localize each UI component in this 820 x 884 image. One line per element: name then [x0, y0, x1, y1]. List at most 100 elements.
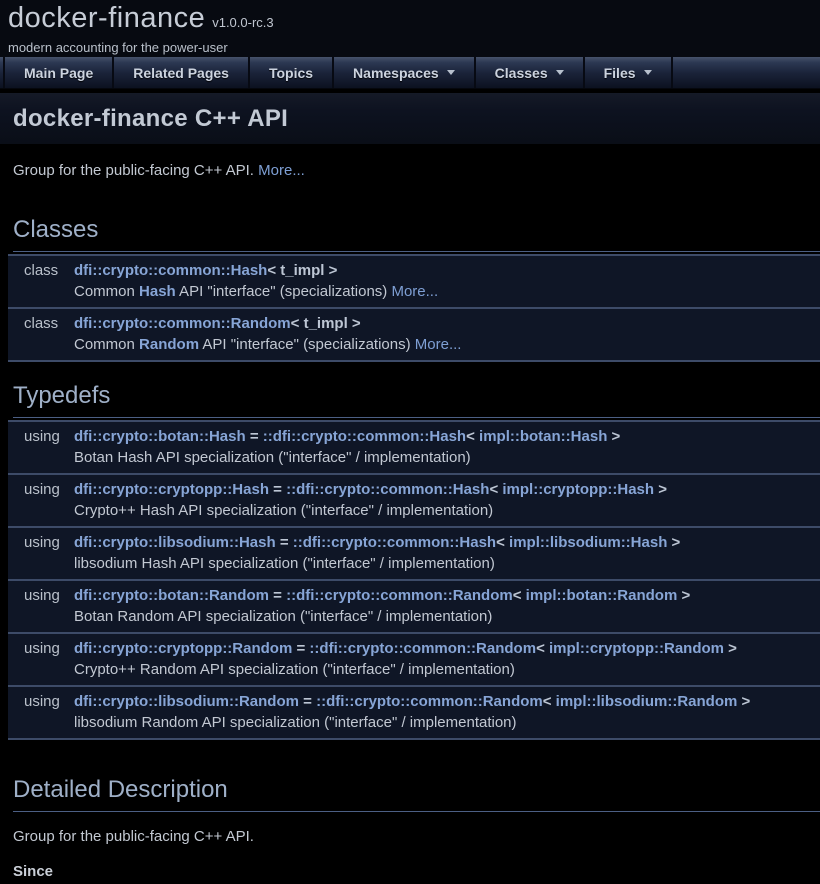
- since-block: Since docker-finance 1.0.0: [13, 863, 820, 884]
- typedef-link[interactable]: dfi::crypto::cryptopp::Random: [74, 640, 292, 657]
- chevron-down-icon: [644, 70, 652, 75]
- class-link[interactable]: dfi::crypto::common::Random: [74, 315, 291, 332]
- typedef-link[interactable]: dfi::crypto::cryptopp::Hash: [74, 481, 269, 498]
- angle-open: <: [489, 481, 502, 498]
- equals-sign: =: [269, 481, 286, 498]
- nav-tab-label: Namespaces: [353, 65, 439, 81]
- typedef-link[interactable]: dfi::crypto::botan::Hash: [74, 428, 246, 445]
- equals-sign: =: [292, 640, 309, 657]
- member-keyword: class: [8, 313, 74, 334]
- base-class-link[interactable]: ::dfi::crypto::common::Random: [309, 640, 536, 657]
- member-keyword: class: [8, 260, 74, 281]
- project-name-row: docker-financev1.0.0-rc.3: [8, 2, 820, 35]
- impl-class-link[interactable]: impl::libsodium::Hash: [509, 534, 667, 551]
- class-row: class dfi::crypto::common::Hash< t_impl …: [8, 254, 820, 307]
- angle-close: >: [654, 481, 667, 498]
- impl-class-link[interactable]: impl::libsodium::Random: [556, 693, 738, 710]
- classes-table: class dfi::crypto::common::Hash< t_impl …: [8, 254, 820, 362]
- chevron-down-icon: [556, 70, 564, 75]
- angle-open: <: [536, 640, 549, 657]
- base-class-link[interactable]: ::dfi::crypto::common::Hash: [293, 534, 496, 551]
- project-brief: modern accounting for the power-user: [8, 40, 820, 55]
- member-description: Botan Random API specialization ("interf…: [74, 606, 820, 627]
- class-link[interactable]: Hash: [139, 283, 176, 300]
- nav-tab-label: Related Pages: [133, 65, 229, 81]
- typedef-row: using dfi::crypto::botan::Hash = ::dfi::…: [8, 420, 820, 473]
- base-class-link[interactable]: ::dfi::crypto::common::Random: [286, 587, 513, 604]
- class-link[interactable]: dfi::crypto::common::Hash: [74, 262, 267, 279]
- nav-tab-related-pages[interactable]: Related Pages: [114, 57, 250, 88]
- class-link[interactable]: Random: [139, 336, 199, 353]
- equals-sign: =: [246, 428, 263, 445]
- member-keyword: using: [8, 585, 74, 606]
- typedef-link[interactable]: dfi::crypto::libsodium::Hash: [74, 534, 276, 551]
- equals-sign: =: [276, 534, 293, 551]
- impl-class-link[interactable]: impl::cryptopp::Hash: [502, 481, 654, 498]
- member-description: libsodium Hash API specialization ("inte…: [74, 553, 820, 574]
- member-description: Botan Hash API specialization ("interfac…: [74, 447, 820, 468]
- detailed-description-heading: Detailed Description: [13, 776, 820, 812]
- desc-text: API "interface" (specializations): [176, 283, 392, 300]
- project-name: docker-finance: [8, 2, 205, 34]
- main-nav: Main Page Related Pages Topics Namespace…: [0, 57, 820, 89]
- member-name-line: dfi::crypto::cryptopp::Random = ::dfi::c…: [74, 638, 820, 659]
- nav-tab-label: Topics: [269, 65, 313, 81]
- nav-tab-classes[interactable]: Classes: [476, 57, 585, 88]
- nav-tab-files[interactable]: Files: [585, 57, 673, 88]
- template-args: < t_impl >: [291, 315, 361, 332]
- member-description: Crypto++ Random API specialization ("int…: [74, 659, 820, 680]
- base-class-link[interactable]: ::dfi::crypto::common::Hash: [286, 481, 489, 498]
- member-name-line: dfi::crypto::common::Hash< t_impl >: [74, 260, 820, 281]
- intro-text: Group for the public-facing C++ API.: [13, 162, 254, 179]
- nav-tab-label: Files: [604, 65, 636, 81]
- more-link[interactable]: More...: [258, 162, 305, 179]
- desc-text: Common: [74, 336, 139, 353]
- nav-tab-namespaces[interactable]: Namespaces: [334, 57, 476, 88]
- nav-tab-main-page[interactable]: Main Page: [5, 57, 114, 88]
- nav-tab-label: Classes: [495, 65, 548, 81]
- typedef-row: using dfi::crypto::libsodium::Hash = ::d…: [8, 526, 820, 579]
- equals-sign: =: [269, 587, 286, 604]
- member-description: Crypto++ Hash API specialization ("inter…: [74, 500, 820, 521]
- member-name-line: dfi::crypto::botan::Hash = ::dfi::crypto…: [74, 426, 820, 447]
- member-description: Common Hash API "interface" (specializat…: [74, 281, 820, 302]
- impl-class-link[interactable]: impl::botan::Random: [526, 587, 678, 604]
- angle-open: <: [513, 587, 526, 604]
- base-class-link[interactable]: ::dfi::crypto::common::Hash: [263, 428, 466, 445]
- template-args: < t_impl >: [267, 262, 337, 279]
- member-keyword: using: [8, 479, 74, 500]
- title-area: docker-financev1.0.0-rc.3 modern account…: [0, 0, 820, 57]
- more-link[interactable]: More...: [391, 283, 438, 300]
- member-name-line: dfi::crypto::cryptopp::Hash = ::dfi::cry…: [74, 479, 820, 500]
- angle-close: >: [607, 428, 620, 445]
- base-class-link[interactable]: ::dfi::crypto::common::Random: [316, 693, 543, 710]
- member-name-line: dfi::crypto::libsodium::Random = ::dfi::…: [74, 691, 820, 712]
- typedef-row: using dfi::crypto::cryptopp::Hash = ::df…: [8, 473, 820, 526]
- typedef-link[interactable]: dfi::crypto::botan::Random: [74, 587, 269, 604]
- angle-close: >: [667, 534, 680, 551]
- member-keyword: using: [8, 532, 74, 553]
- member-keyword: using: [8, 638, 74, 659]
- classes-heading: Classes: [13, 216, 820, 252]
- typedef-row: using dfi::crypto::botan::Random = ::dfi…: [8, 579, 820, 632]
- contents: Group for the public-facing C++ API. Mor…: [0, 162, 820, 884]
- member-keyword: using: [8, 691, 74, 712]
- angle-open: <: [496, 534, 509, 551]
- more-link[interactable]: More...: [415, 336, 462, 353]
- typedef-row: using dfi::crypto::cryptopp::Random = ::…: [8, 632, 820, 685]
- typedefs-table: using dfi::crypto::botan::Hash = ::dfi::…: [8, 420, 820, 740]
- member-keyword: using: [8, 426, 74, 447]
- page-header: docker-finance C++ API: [0, 93, 820, 144]
- chevron-down-icon: [447, 70, 455, 75]
- member-name-line: dfi::crypto::common::Random< t_impl >: [74, 313, 820, 334]
- detailed-description-text: Group for the public-facing C++ API.: [13, 828, 820, 845]
- angle-open: <: [466, 428, 479, 445]
- typedef-link[interactable]: dfi::crypto::libsodium::Random: [74, 693, 299, 710]
- equals-sign: =: [299, 693, 316, 710]
- angle-close: >: [737, 693, 750, 710]
- angle-close: >: [724, 640, 737, 657]
- nav-tab-topics[interactable]: Topics: [250, 57, 334, 88]
- impl-class-link[interactable]: impl::cryptopp::Random: [549, 640, 724, 657]
- impl-class-link[interactable]: impl::botan::Hash: [479, 428, 607, 445]
- member-description: libsodium Random API specialization ("in…: [74, 712, 820, 733]
